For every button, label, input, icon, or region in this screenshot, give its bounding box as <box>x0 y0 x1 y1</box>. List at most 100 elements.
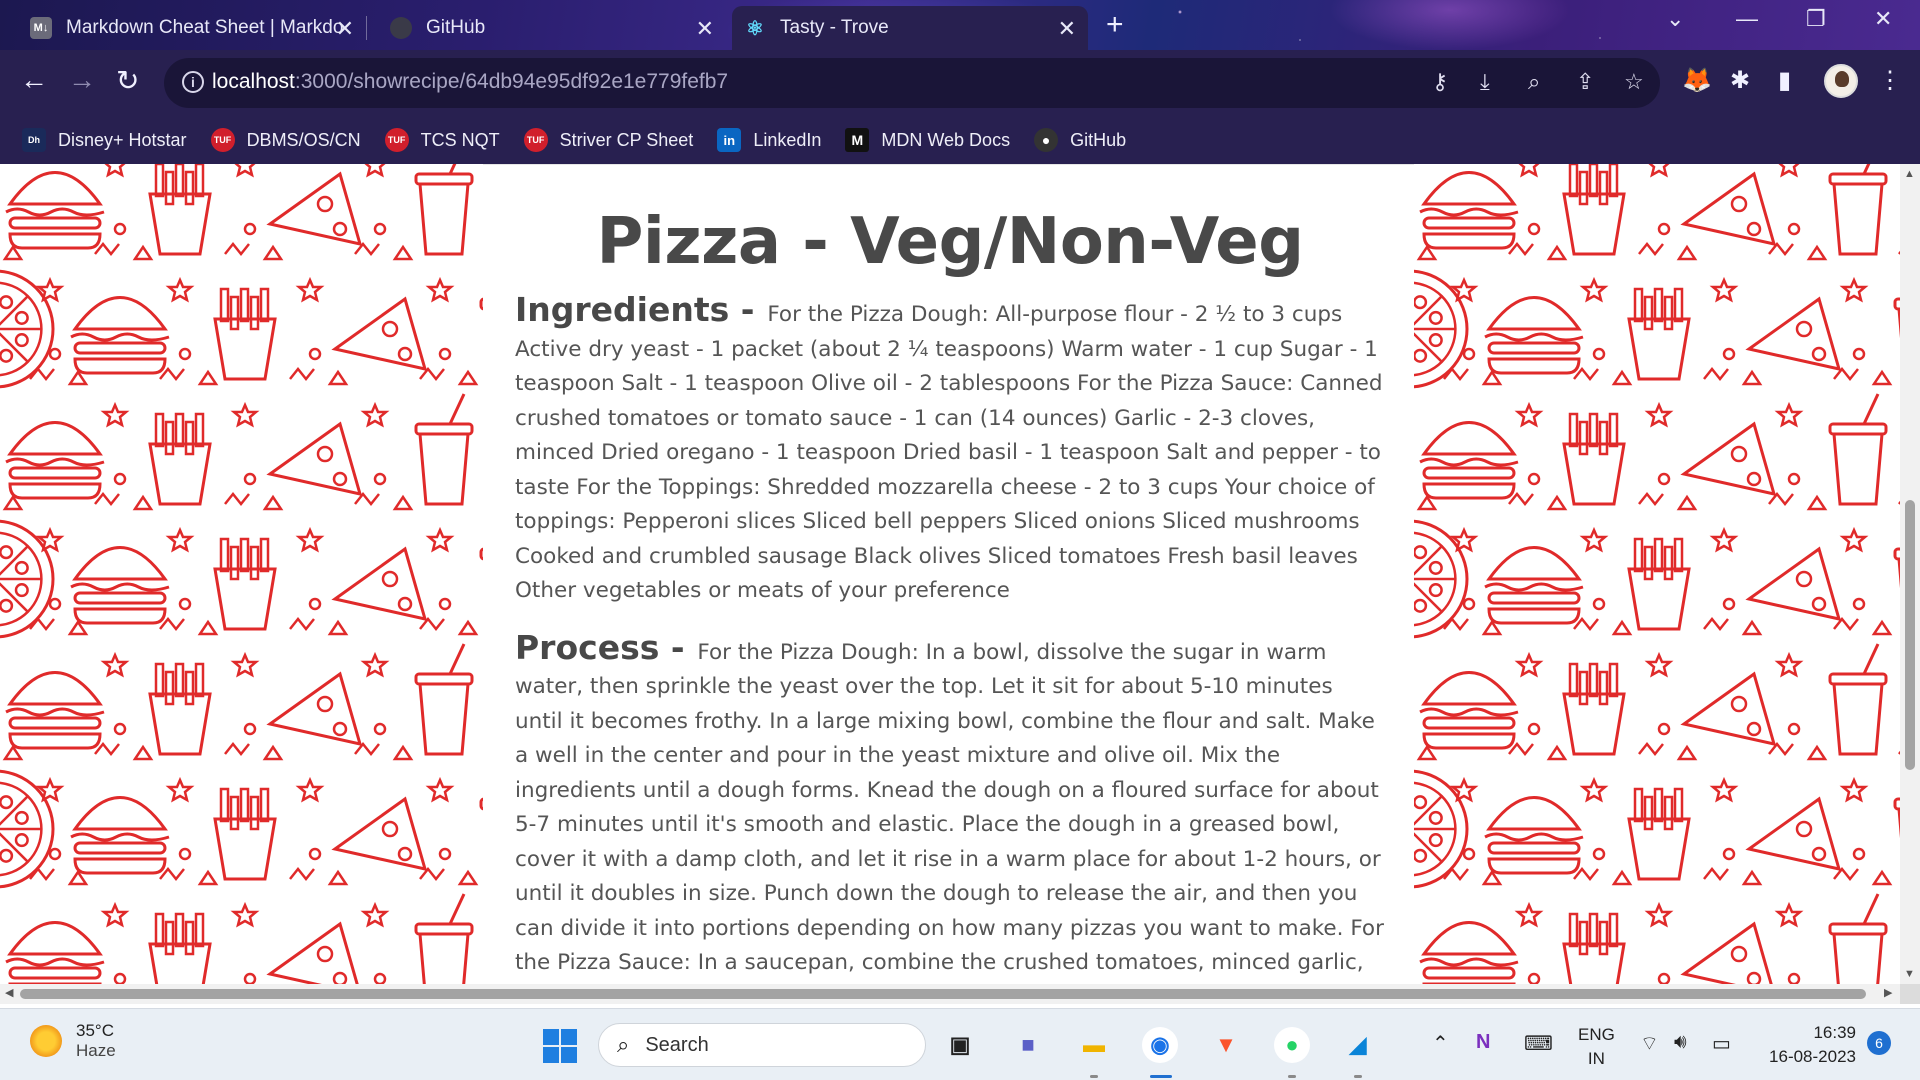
page-viewport: Pizza - Veg/Non-Veg Ingredients - For th… <box>0 164 1900 984</box>
bookmark-disney-hotstar[interactable]: Dh Disney+ Hotstar <box>22 128 187 152</box>
reload-icon[interactable]: ↻ <box>116 64 139 97</box>
menu-icon[interactable]: ⋮ <box>1878 66 1902 95</box>
mdn-icon: M <box>845 128 870 152</box>
tab-label: GitHub <box>426 17 486 38</box>
weather-widget[interactable]: 35°C Haze <box>30 1021 116 1061</box>
tuf-icon: TUF <box>210 128 235 152</box>
scrollbar-corner <box>1900 984 1920 1004</box>
site-info-icon[interactable]: i <box>182 71 204 93</box>
zoom-icon[interactable]: ⌕ <box>1528 69 1540 95</box>
react-icon: ⚛ <box>746 17 764 40</box>
tab-search-chevron-icon[interactable]: ⌄ <box>1666 6 1684 32</box>
scroll-up-icon[interactable]: ▲ <box>1904 168 1915 180</box>
minimize-icon[interactable]: — <box>1736 6 1758 32</box>
bookmark-mdn-web-docs[interactable]: M MDN Web Docs <box>845 128 1010 152</box>
task-view-icon[interactable]: ▣ <box>942 1027 978 1063</box>
tab-markdown-cheat-sheet[interactable]: M↓ Markdown Cheat Sheet | Markdo ✕ <box>18 6 367 50</box>
bookmark-label: DBMS/OS/CN <box>246 129 361 150</box>
bookmark-striver-cp-sheet[interactable]: TUF Striver CP Sheet <box>523 128 693 152</box>
keyboard-icon[interactable]: ⌨ <box>1524 1031 1553 1056</box>
side-panel-icon[interactable]: ▮ <box>1778 66 1791 95</box>
bookmark-dbms-os-cn[interactable]: TUF DBMS/OS/CN <box>210 128 361 152</box>
wifi-icon[interactable]: ⌔ <box>1640 1031 1659 1056</box>
scroll-right-icon[interactable]: ▶ <box>1884 986 1892 999</box>
windows-start-icon[interactable] <box>543 1029 577 1063</box>
bookmark-label: Disney+ Hotstar <box>58 129 187 150</box>
browser-toolbar: ← → ↻ i localhost:3000/showrecipe/64db94… <box>0 50 1920 116</box>
show-hidden-icons[interactable]: ⌃ <box>1432 1031 1449 1056</box>
bookmark-label: MDN Web Docs <box>881 129 1011 150</box>
forward-icon[interactable]: → <box>68 64 96 96</box>
tuf-icon: TUF <box>523 128 548 152</box>
battery-icon[interactable]: ▭ <box>1712 1031 1731 1056</box>
close-icon[interactable]: ✕ <box>1058 16 1076 42</box>
key-icon[interactable]: ⚷ <box>1432 69 1448 95</box>
browser-tab-bar: M↓ Markdown Cheat Sheet | Markdo ✕ GitHu… <box>0 0 1920 50</box>
linkedin-icon: in <box>717 128 742 152</box>
vertical-scrollbar[interactable]: ▲ ▼ <box>1900 164 1920 984</box>
whatsapp-icon[interactable]: ● <box>1274 1027 1310 1063</box>
bookmark-star-icon[interactable]: ☆ <box>1624 69 1644 95</box>
clock-time: 16:39 <box>1813 1023 1856 1042</box>
bookmark-tcs-nqt[interactable]: TUF TCS NQT <box>384 128 500 152</box>
extensions-icon[interactable]: ✱ <box>1730 66 1750 95</box>
running-indicator <box>1090 1075 1098 1078</box>
ingredients-section: Ingredients - For the Pizza Dough: All-p… <box>515 290 1385 609</box>
close-icon[interactable]: ✕ <box>336 16 354 42</box>
bookmark-github[interactable]: ● GitHub <box>1034 128 1126 152</box>
vertical-scroll-thumb[interactable] <box>1905 500 1915 770</box>
horizontal-scrollbar[interactable]: ◀ ▶ <box>0 984 1900 1004</box>
active-indicator <box>1150 1075 1172 1078</box>
github-icon <box>390 17 412 39</box>
scroll-left-icon[interactable]: ◀ <box>5 986 13 999</box>
brave-icon[interactable]: ▼ <box>1208 1027 1244 1063</box>
volume-icon[interactable]: 🔊︎ <box>1674 1031 1687 1054</box>
bookmark-label: LinkedIn <box>753 129 822 150</box>
process-section: Process - For the Pizza Dough: In a bowl… <box>515 630 1385 981</box>
tuf-icon: TUF <box>384 128 409 152</box>
horizontal-scroll-thumb[interactable] <box>20 989 1866 999</box>
restore-icon[interactable]: ❐ <box>1806 6 1826 32</box>
weather-condition: Haze <box>76 1041 116 1060</box>
bookmark-label: GitHub <box>1070 129 1127 150</box>
system-clock[interactable]: 16:39 16-08-2023 <box>1760 1021 1856 1069</box>
file-explorer-icon[interactable]: ▬ <box>1076 1027 1112 1063</box>
running-indicator <box>1354 1075 1362 1078</box>
teams-chat-icon[interactable]: ■ <box>1010 1027 1046 1063</box>
onenote-icon[interactable]: N <box>1476 1031 1490 1054</box>
tab-github[interactable]: GitHub ✕ <box>378 6 726 50</box>
chrome-icon[interactable]: ◉ <box>1142 1027 1178 1063</box>
bookmark-label: TCS NQT <box>420 129 500 150</box>
url-text[interactable]: localhost:3000/showrecipe/64db94e95df92e… <box>212 70 728 94</box>
install-app-icon[interactable]: ⤓ <box>1480 69 1490 95</box>
process-text: For the Pizza Dough: In a bowl, dissolve… <box>515 639 1384 976</box>
tab-tasty-trove[interactable]: ⚛ Tasty - Trove ✕ <box>732 6 1088 50</box>
metamask-icon[interactable]: 🦊 <box>1682 66 1712 95</box>
windows-taskbar: 35°C Haze ⌕ Search ▣ ■ ▬ ◉ ▼ ● ◢ ⌃ N ⌨ E… <box>0 1008 1920 1080</box>
food-pattern-background-right <box>1414 164 1900 984</box>
close-icon[interactable]: ✕ <box>696 16 714 42</box>
search-icon: ⌕ <box>617 1032 630 1057</box>
vscode-icon[interactable]: ◢ <box>1340 1027 1376 1063</box>
bookmark-linkedin[interactable]: in LinkedIn <box>717 128 821 152</box>
clock-date: 16-08-2023 <box>1769 1047 1856 1066</box>
ingredients-text: For the Pizza Dough: All-purpose flour -… <box>515 302 1383 603</box>
sun-haze-icon <box>30 1025 62 1057</box>
markdown-icon: M↓ <box>30 17 52 39</box>
taskbar-search[interactable]: ⌕ Search <box>598 1023 926 1067</box>
new-tab-button[interactable]: + <box>1106 8 1124 42</box>
github-icon: ● <box>1034 128 1059 152</box>
region-code: IN <box>1587 1049 1605 1068</box>
language-code: ENG <box>1578 1025 1615 1044</box>
ingredients-heading: Ingredients - <box>515 290 755 329</box>
avatar[interactable] <box>1824 64 1858 98</box>
language-indicator[interactable]: ENG IN <box>1578 1023 1615 1071</box>
scroll-down-icon[interactable]: ▼ <box>1904 968 1915 980</box>
recipe-title: Pizza - Veg/Non-Veg <box>596 205 1304 279</box>
share-icon[interactable]: ⇪ <box>1576 69 1594 95</box>
back-icon[interactable]: ← <box>20 64 48 96</box>
address-bar[interactable]: i localhost:3000/showrecipe/64db94e95df9… <box>164 58 1660 108</box>
recipe-card: Pizza - Veg/Non-Veg Ingredients - For th… <box>483 164 1414 984</box>
notification-badge[interactable]: 6 <box>1867 1031 1891 1055</box>
window-close-icon[interactable]: ✕ <box>1874 6 1892 32</box>
